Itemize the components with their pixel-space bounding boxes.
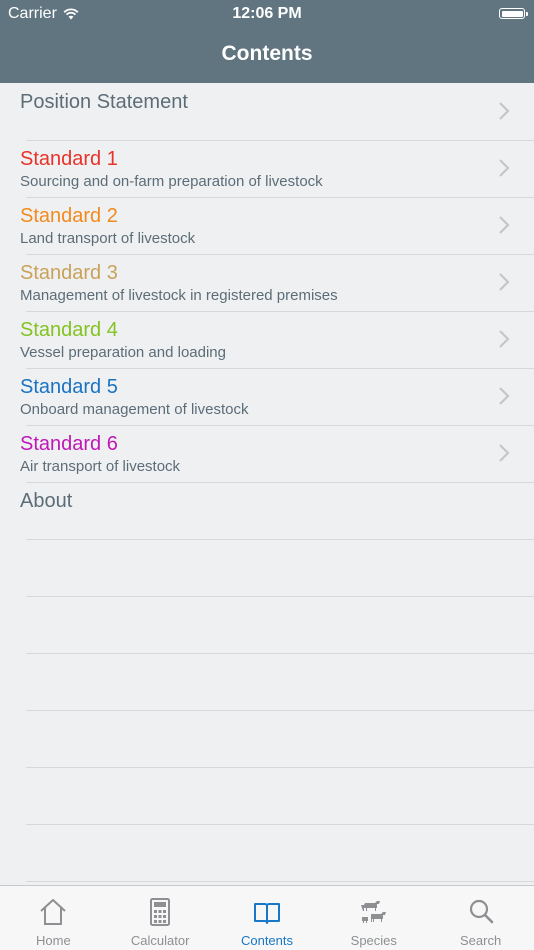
tab-contents[interactable]: Contents — [214, 886, 321, 950]
item-subtitle: Sourcing and on-farm preparation of live… — [20, 173, 323, 190]
item-title: Standard 4 — [20, 319, 118, 341]
item-subtitle: Management of livestock in registered pr… — [20, 287, 338, 304]
chevron-right-icon — [499, 273, 510, 291]
item-subtitle: Onboard management of livestock — [20, 401, 249, 418]
battery-icon — [499, 8, 528, 19]
livestock-icon — [360, 901, 386, 923]
empty-row — [0, 539, 534, 597]
contents-list: Position Statement Standard 1 Sourcing a… — [0, 83, 534, 882]
tab-search[interactable]: Search — [427, 886, 534, 950]
empty-row — [0, 596, 534, 654]
calculator-icon — [150, 898, 171, 926]
chevron-right-icon — [499, 444, 510, 462]
item-title: About — [20, 490, 73, 512]
empty-row — [0, 710, 534, 768]
chevron-right-icon — [499, 102, 510, 120]
list-item-about[interactable]: About — [0, 482, 534, 540]
tab-label: Search — [459, 933, 502, 948]
tab-label: Species — [350, 933, 397, 948]
item-title: Position Statement — [20, 91, 188, 113]
chevron-right-icon — [499, 216, 510, 234]
list-item-position-statement[interactable]: Position Statement — [0, 83, 534, 141]
list-item-standard-3[interactable]: Standard 3 Management of livestock in re… — [0, 254, 534, 312]
empty-row — [0, 824, 534, 882]
empty-row — [0, 653, 534, 711]
list-item-standard-6[interactable]: Standard 6 Air transport of livestock — [0, 425, 534, 483]
book-icon — [253, 903, 280, 924]
chevron-right-icon — [499, 387, 510, 405]
tab-label: Contents — [240, 933, 294, 948]
item-subtitle: Vessel preparation and loading — [20, 344, 226, 361]
list-item-standard-1[interactable]: Standard 1 Sourcing and on-farm preparat… — [0, 140, 534, 198]
tab-calculator[interactable]: Calculator — [107, 886, 214, 950]
tab-species[interactable]: Species — [320, 886, 427, 950]
search-icon — [469, 899, 493, 924]
empty-row — [0, 767, 534, 825]
tab-home[interactable]: Home — [0, 886, 107, 950]
item-title: Standard 6 — [20, 433, 118, 455]
item-title: Standard 3 — [20, 262, 118, 284]
list-item-standard-2[interactable]: Standard 2 Land transport of livestock — [0, 197, 534, 255]
list-item-standard-5[interactable]: Standard 5 Onboard management of livesto… — [0, 368, 534, 426]
item-title: Standard 1 — [20, 148, 118, 170]
item-subtitle: Air transport of livestock — [20, 458, 181, 475]
tab-label: Home — [36, 933, 71, 948]
tab-label: Calculator — [130, 933, 190, 948]
tab-bar: Home Calculator Contents Species Search — [0, 885, 534, 950]
header: Carrier 12:06 PM Contents — [0, 0, 534, 83]
chevron-right-icon — [499, 159, 510, 177]
item-title: Standard 5 — [20, 376, 118, 398]
chevron-right-icon — [499, 330, 510, 348]
status-time: 12:06 PM — [232, 5, 302, 22]
item-subtitle: Land transport of livestock — [20, 230, 196, 247]
item-title: Standard 2 — [20, 205, 118, 227]
home-icon — [40, 899, 67, 925]
list-item-standard-4[interactable]: Standard 4 Vessel preparation and loadin… — [0, 311, 534, 369]
page-title: Contents — [221, 42, 313, 65]
